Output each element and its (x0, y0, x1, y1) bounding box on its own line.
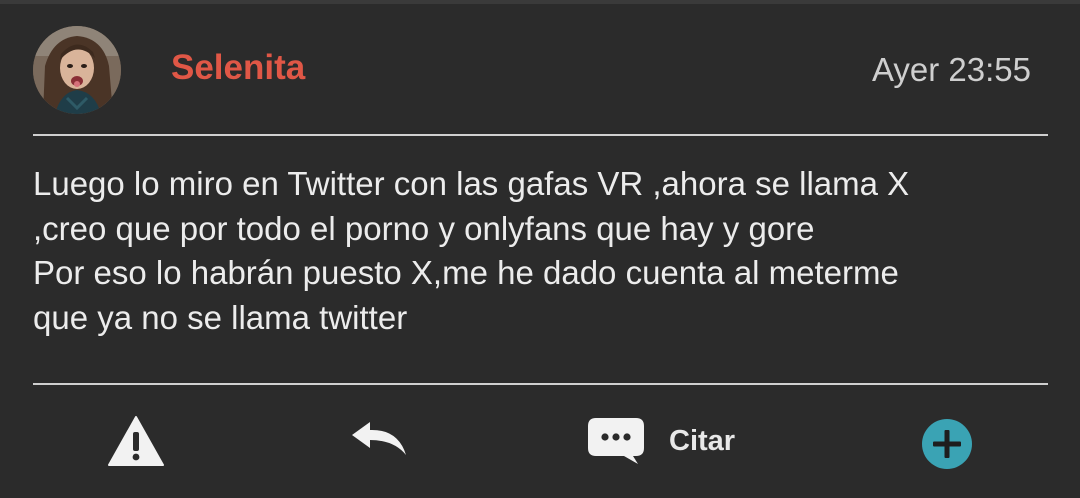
post-actions: Citar (0, 404, 1080, 474)
message-line: Luego lo miro en Twitter con las gafas V… (33, 165, 910, 202)
report-button[interactable] (107, 415, 165, 467)
speech-bubble-icon (588, 418, 644, 464)
quote-label: Citar (669, 425, 736, 457)
author-name[interactable]: Selenita (171, 48, 305, 88)
message-line: que ya no se llama twitter (33, 298, 408, 336)
message-line: ,creo que por todo el porno y onlyfans q… (33, 209, 815, 247)
reply-arrow-icon (352, 422, 406, 455)
plus-circle-icon (922, 419, 972, 469)
post-card: Selenita Ayer 23:55 Luego lo miro en Twi… (0, 4, 1080, 498)
add-button[interactable] (921, 418, 973, 470)
message-line: Por eso lo habrán puesto X,me he dado cu… (33, 254, 899, 291)
quote-button[interactable]: Citar (586, 416, 746, 466)
divider (33, 134, 1048, 136)
post-timestamp: Ayer 23:55 (871, 51, 1031, 88)
divider (33, 383, 1048, 385)
post-message: Luego lo miro en Twitter con las gafas V… (33, 162, 1053, 340)
avatar-image (33, 26, 121, 114)
avatar[interactable] (33, 26, 121, 114)
reply-button[interactable] (350, 419, 408, 459)
warning-icon (108, 416, 164, 466)
